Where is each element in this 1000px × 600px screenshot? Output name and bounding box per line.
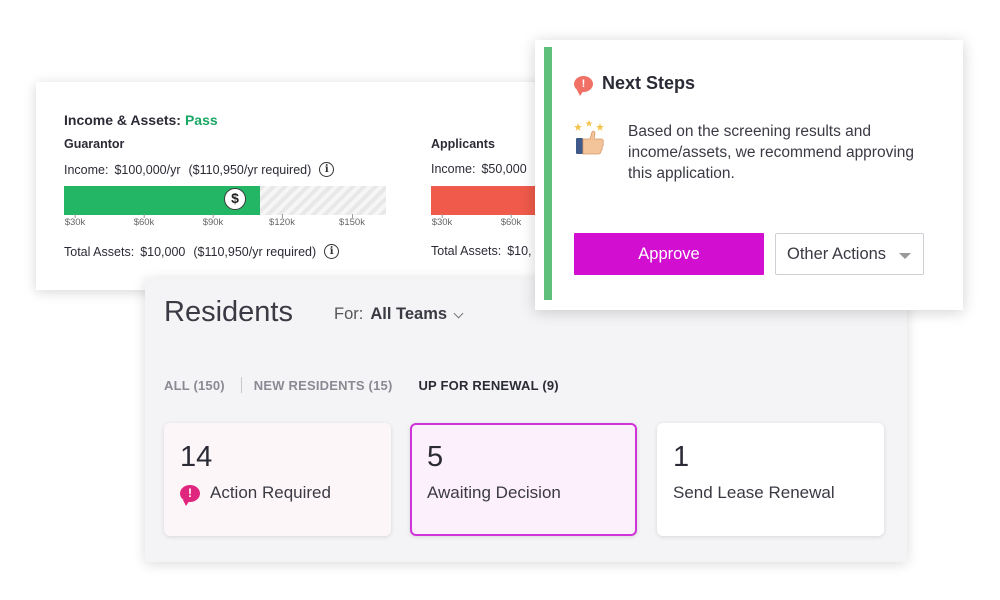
stat-label-wrap: ! Action Required [180,483,331,506]
stat-label: Awaiting Decision [427,483,561,502]
applicants-income-bar-fill [431,186,541,215]
recommendation-text: Based on the screening results and incom… [628,123,915,182]
resident-tabs: ALL (150) NEW RESIDENTS (15) UP FOR RENE… [164,377,559,393]
residents-card: Residents For: All Teams ALL (150) NEW R… [145,278,907,562]
other-actions-button[interactable]: Other Actions [775,233,924,275]
tab-new-residents[interactable]: NEW RESIDENTS (15) [254,378,393,393]
team-filter-dropdown[interactable]: For: All Teams [334,305,464,324]
stat-card-awaiting-decision[interactable]: 5 Awaiting Decision [410,423,637,536]
guarantor-income-required: ($110,950/yr required) [188,162,312,177]
approve-button[interactable]: Approve [574,233,764,275]
chevron-down-icon [453,308,464,318]
axis-tick: $60k [500,214,522,228]
applicants-income-value: $50,000 [481,162,527,176]
tab-divider [240,377,242,393]
alert-bubble-icon: ! [574,75,593,96]
stat-label: Action Required [210,483,331,502]
stars-thumbs-up-icon [574,120,604,155]
stat-count: 5 [427,441,444,473]
guarantor-assets-line: Total Assets: $10,000 ($110,950/yr requi… [64,244,340,259]
guarantor-assets-label: Total Assets: [64,244,135,259]
caret-down-icon [899,253,911,259]
stat-count: 1 [673,441,690,473]
guarantor-income-line: Income: $100,000/yr ($110,950/yr require… [64,162,335,177]
next-steps-card: ! Next Steps Based on the screening resu… [535,40,963,310]
applicants-assets-line: Total Assets: $10, [431,244,532,258]
next-steps-heading: Next Steps [602,73,696,93]
guarantor-assets-value: $10,000 [140,244,186,259]
applicants-income-line: Income: $50,000 [431,162,527,176]
status-stripe [544,47,552,300]
income-assets-card: Income & Assets: Pass Guarantor Income: $… [36,82,566,290]
team-filter-value: All Teams [370,305,448,323]
guarantor-income-value: $100,000/yr [114,162,181,177]
guarantor-income-bar-remaining [260,186,386,215]
stat-label: Send Lease Renewal [673,483,835,502]
stat-count: 14 [180,441,213,473]
guarantor-income-axis: $30k $60k $90k $120k $150k [64,214,394,235]
guarantor-heading: Guarantor [64,137,125,151]
other-actions-label: Other Actions [787,244,887,263]
applicants-assets-label: Total Assets: [431,244,502,258]
guarantor-income-label: Income: [64,162,109,177]
team-filter-label: For: [334,305,364,323]
info-icon[interactable]: i [324,244,340,259]
next-steps-title: ! Next Steps [574,73,696,96]
applicants-income-label: Income: [431,162,476,176]
axis-tick: $30k [64,214,86,228]
alert-bubble-icon: ! [180,484,200,506]
income-assets-status: Pass [184,112,218,128]
applicants-assets-value: $10, [507,244,532,258]
stat-card-action-required[interactable]: 14 ! Action Required [164,423,391,536]
page-title: Residents [164,296,293,328]
axis-tick: $60k [133,214,155,228]
axis-tick: $30k [431,214,453,228]
dollar-marker-icon: $ [224,188,246,210]
stat-card-send-lease-renewal[interactable]: 1 Send Lease Renewal [657,423,884,536]
guarantor-section: Guarantor Income: $100,000/yr ($110,950/… [64,137,394,259]
income-assets-label: Income & Assets: [64,112,181,128]
axis-tick: $120k [269,214,295,228]
tab-all[interactable]: ALL (150) [164,378,225,393]
guarantor-assets-required: ($110,950/yr required) [193,244,317,259]
info-icon[interactable]: i [319,162,335,177]
axis-tick: $150k [339,214,365,228]
tab-up-for-renewal[interactable]: UP FOR RENEWAL (9) [418,378,558,393]
axis-tick: $90k [202,214,224,228]
guarantor-income-bar: $ [64,186,386,215]
income-assets-title: Income & Assets: Pass [64,112,218,128]
